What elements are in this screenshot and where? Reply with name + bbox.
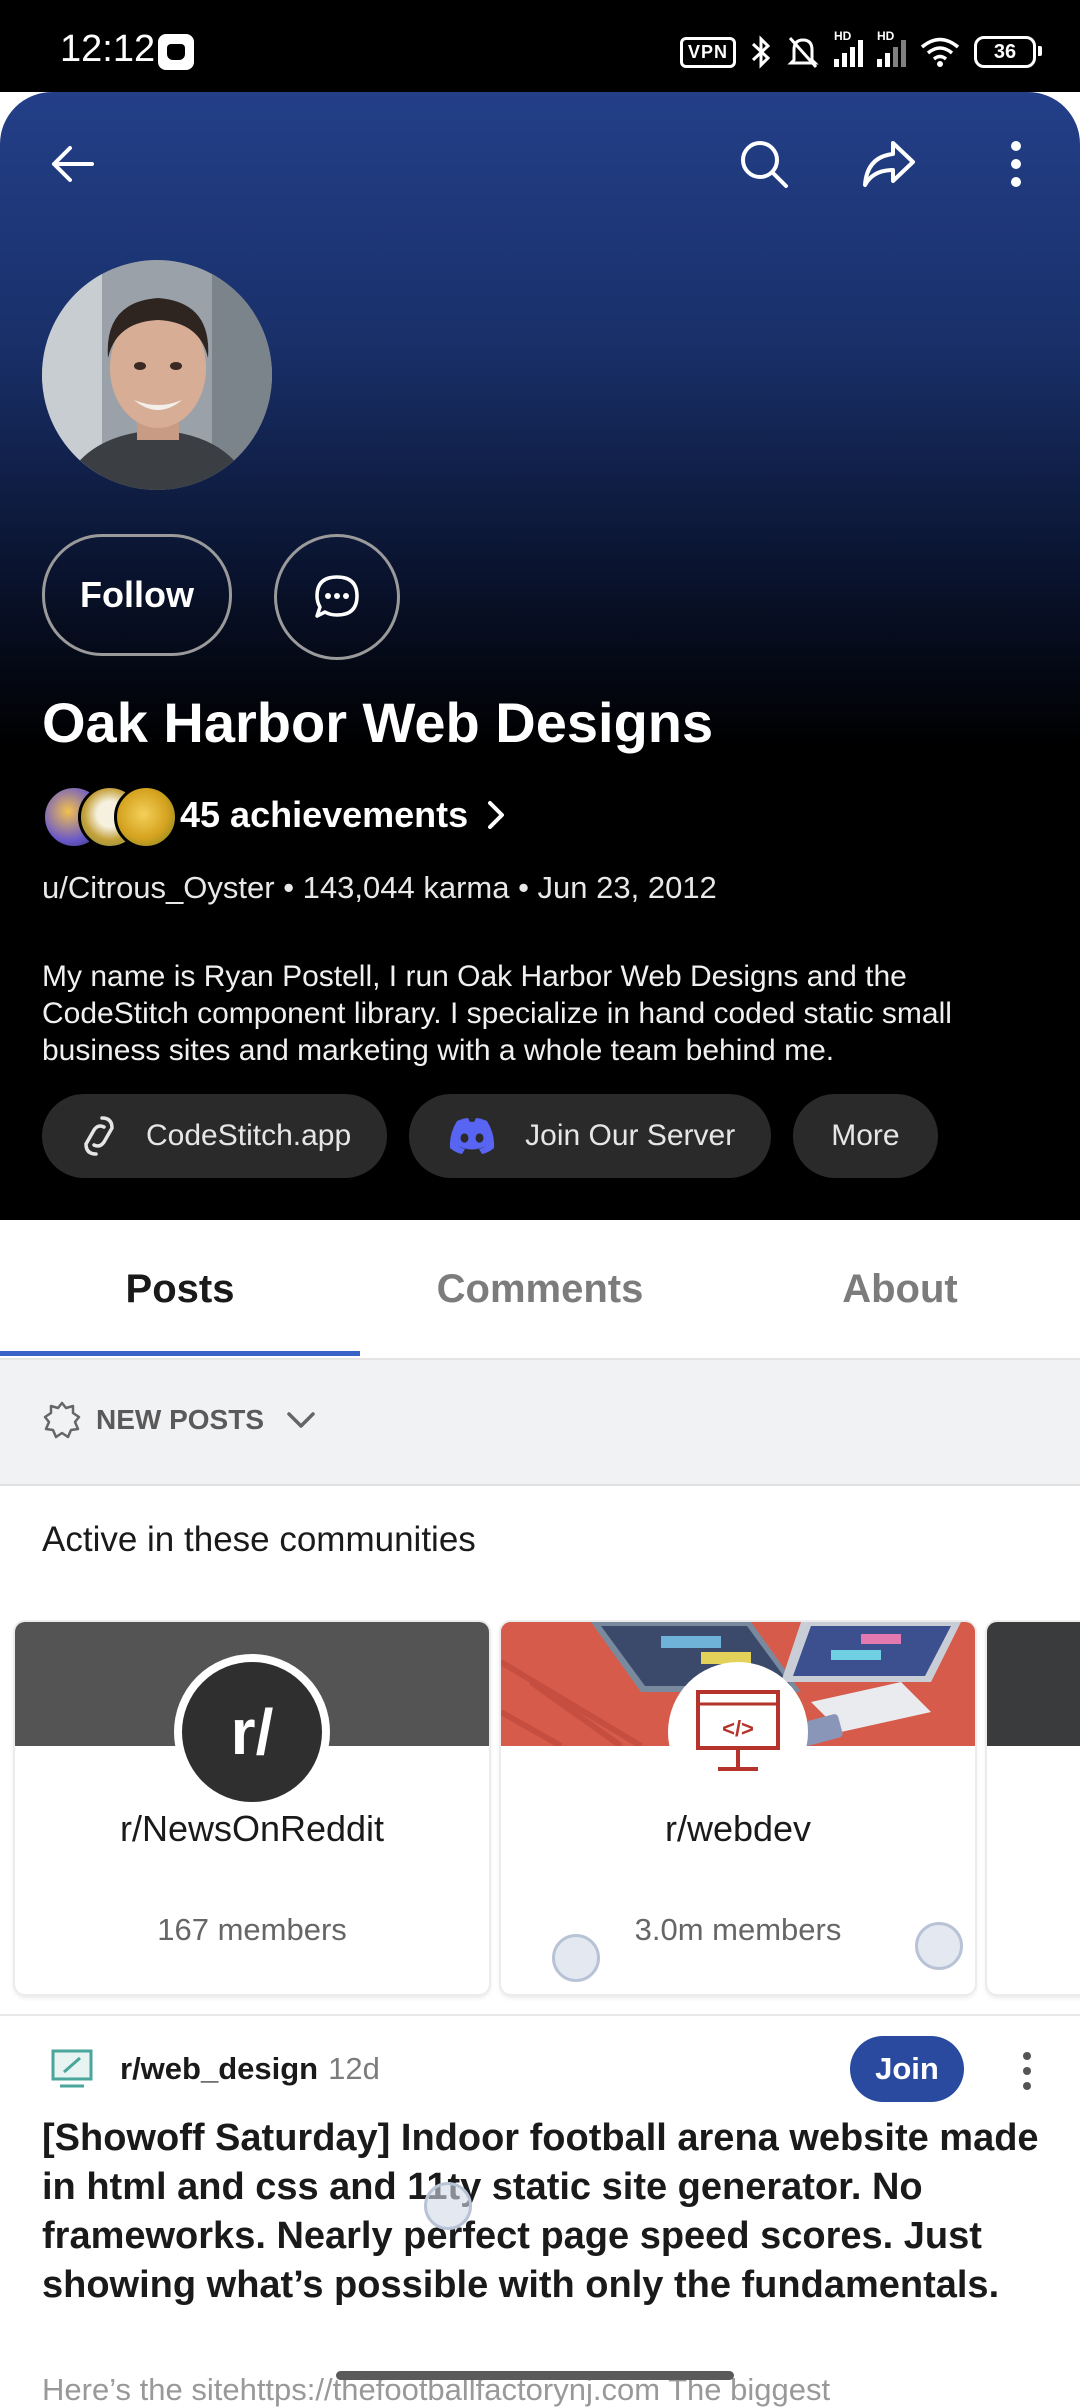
community-name: r/NewsOnReddit xyxy=(119,1808,385,1849)
profile-tabs: Posts Comments About xyxy=(0,1220,1080,1360)
link-icon xyxy=(84,1116,114,1156)
mute-bell-icon xyxy=(787,36,819,69)
wifi-icon xyxy=(920,37,960,67)
subreddit-icon xyxy=(51,2049,93,2088)
community-banner xyxy=(987,1622,1080,1746)
community-logo: </> xyxy=(668,1662,808,1802)
bluetooth-icon xyxy=(751,35,771,69)
vpn-icon: VPN xyxy=(679,36,736,68)
post-age: 12d xyxy=(328,2051,380,2086)
achievements-label: 45 achievements xyxy=(180,794,469,835)
status-time: 12:12 xyxy=(60,28,156,70)
profile-header: Follow Oak Harbor Web Designs 45 achieve… xyxy=(0,92,1080,1220)
touch-indicator xyxy=(424,2182,472,2230)
community-logo-text: </> xyxy=(722,1716,754,1741)
back-arrow-icon xyxy=(52,146,94,182)
post-subreddit-link[interactable]: r/web_design 12d xyxy=(120,2051,380,2087)
sort-label: NEW POSTS xyxy=(96,1404,265,1435)
tab-comments[interactable]: Comments xyxy=(360,1220,720,1358)
tab-about[interactable]: About xyxy=(720,1220,1080,1358)
profile-display-name: Oak Harbor Web Designs xyxy=(42,691,714,754)
community-logo-text: r/ xyxy=(230,1696,274,1768)
link-chip-label: CodeStitch.app xyxy=(146,1119,352,1152)
signal-icon: HD xyxy=(834,29,863,67)
more-links-label: More xyxy=(831,1119,900,1152)
achievement-badge-icon xyxy=(114,785,178,849)
more-links-button[interactable]: More xyxy=(793,1094,938,1178)
divider xyxy=(0,2014,1080,2016)
link-chip-label: Join Our Server xyxy=(525,1119,736,1152)
community-card-partial[interactable] xyxy=(987,1622,1080,1994)
link-chip-discord[interactable]: Join Our Server xyxy=(409,1094,772,1178)
overflow-menu-button[interactable] xyxy=(976,124,1056,204)
avatar[interactable] xyxy=(42,260,272,490)
social-links: CodeStitch.app Join Our Server More xyxy=(42,1094,938,1178)
home-indicator[interactable] xyxy=(336,2371,734,2380)
touch-indicator xyxy=(915,1922,963,1970)
search-button[interactable] xyxy=(724,124,804,204)
link-chip-codestitch[interactable]: CodeStitch.app xyxy=(42,1094,388,1178)
chat-bubble-icon xyxy=(315,575,359,618)
battery-icon: 36 xyxy=(974,36,1042,68)
new-burst-icon xyxy=(43,1401,81,1439)
post-subreddit: r/web_design xyxy=(120,2051,319,2086)
discord-icon xyxy=(450,1118,495,1154)
community-name: r/webdev xyxy=(664,1808,812,1849)
achievements-link[interactable]: 45 achievements xyxy=(42,780,514,850)
post-more-button[interactable] xyxy=(1012,2046,1042,2096)
chevron-down-icon xyxy=(287,1412,315,1428)
profile-meta: u/Citrous_Oyster • 143,044 karma • Jun 2… xyxy=(42,870,717,905)
sort-dropdown[interactable]: NEW POSTS xyxy=(42,1400,320,1440)
active-tab-indicator xyxy=(0,1351,360,1356)
signal-2-icon: HD xyxy=(877,29,906,67)
avatar-photo xyxy=(42,260,272,490)
profile-bio: My name is Ryan Postell, I run Oak Harbo… xyxy=(42,960,952,1067)
communities-heading: Active in these communities xyxy=(42,1520,476,1559)
share-button[interactable] xyxy=(848,124,928,204)
touch-indicator xyxy=(552,1934,600,1982)
community-logo: r/ xyxy=(174,1654,330,1810)
follow-button[interactable]: Follow xyxy=(42,534,232,656)
search-icon xyxy=(741,141,788,188)
more-vertical-icon xyxy=(1011,141,1021,187)
community-card[interactable]: r/ r/NewsOnReddit 167 members xyxy=(15,1622,489,1994)
share-icon xyxy=(863,141,915,187)
achievement-badges xyxy=(42,783,178,849)
join-button[interactable]: Join xyxy=(850,2036,964,2102)
chevron-right-icon xyxy=(488,801,505,829)
status-bar: 12:12 VPN HD HD 36 xyxy=(0,0,1080,92)
community-members: 167 members xyxy=(157,1912,347,1947)
notification-app-icon xyxy=(158,34,194,70)
sort-bar: NEW POSTS xyxy=(0,1360,1080,1486)
status-icons: VPN HD HD 36 xyxy=(679,28,1042,76)
chat-button[interactable] xyxy=(274,534,400,660)
post-title[interactable]: [Showoff Saturday] Indoor football arena… xyxy=(42,2114,1042,2310)
tab-posts[interactable]: Posts xyxy=(0,1220,360,1358)
back-button[interactable] xyxy=(32,124,112,204)
